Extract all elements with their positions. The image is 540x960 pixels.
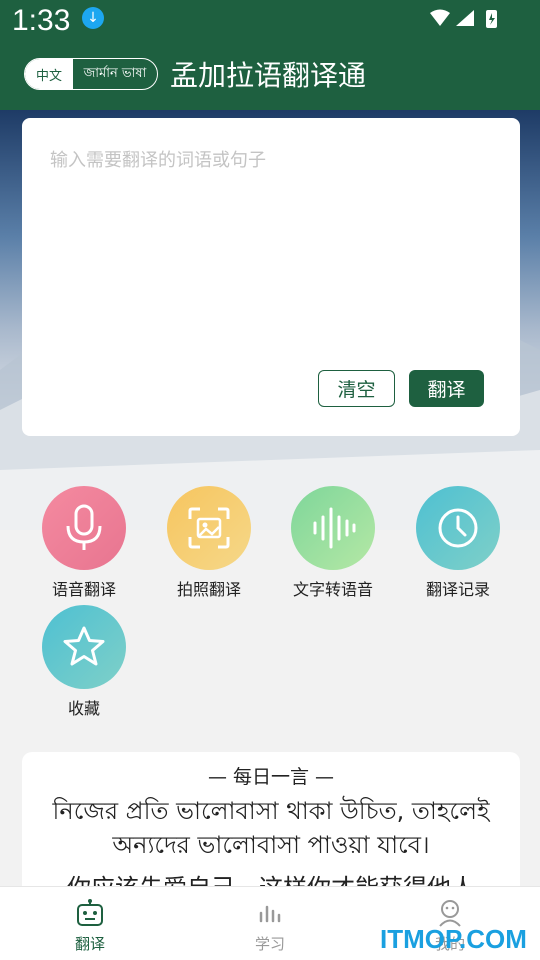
clock-icon [416,486,500,570]
nav-translate[interactable]: 翻译 [50,899,130,954]
app-title: 孟加拉语翻译通 [170,59,367,92]
nav-label: 翻译 [74,935,105,953]
feature-text-to-speech[interactable]: 文字转语音 [278,486,388,600]
feature-label: 收藏 [67,699,100,718]
chart-bars-icon [259,905,281,923]
download-icon: ↓ [82,7,104,29]
feature-label: 翻译记录 [425,580,490,599]
app-header-bar: 1:33 ↓ 中文 জার্মান ভাষা 孟加拉语翻译通 [0,0,540,110]
feature-favorites[interactable]: 收藏 [29,605,139,719]
target-language[interactable]: জার্মান ভাষা [73,59,157,89]
quote-bengali: নিজের প্রতি ভালোবাসা থাকা উচিত, তাহলেই অ… [52,797,490,859]
feature-voice-translate[interactable]: 语音翻译 [29,486,139,600]
nav-label: 学习 [254,935,285,953]
clear-button[interactable]: 清空 [318,370,395,407]
signal-battery-icon [430,9,497,28]
language-switch[interactable]: 中文 জার্মান ভাষা [24,58,158,90]
feature-label: 拍照翻译 [176,580,241,599]
star-icon [42,605,126,689]
feature-photo-translate[interactable]: 拍照翻译 [154,486,264,600]
sound-wave-icon [291,486,375,570]
microphone-icon [42,486,126,570]
title-bar: 中文 জার্মান ভাষা 孟加拉语翻译通 [0,50,540,100]
feature-history[interactable]: 翻译记录 [403,486,513,600]
status-bar: 1:33 ↓ [0,0,540,44]
watermark: ITMOP.COM [380,924,527,954]
translation-input[interactable] [50,146,490,346]
feature-label: 文字转语音 [292,580,373,599]
user-icon [439,900,461,927]
status-icons [428,8,500,34]
feature-label: 语音翻译 [51,580,116,599]
robot-icon [77,899,103,926]
photo-scan-icon [167,486,251,570]
input-card: 清空 翻译 [22,118,520,436]
status-time: 1:33 [12,4,71,37]
source-language[interactable]: 中文 [25,59,73,89]
quote-title: — 每日一言 — [207,766,335,788]
translate-button[interactable]: 翻译 [409,370,484,407]
nav-learn[interactable]: 学习 [230,899,310,954]
